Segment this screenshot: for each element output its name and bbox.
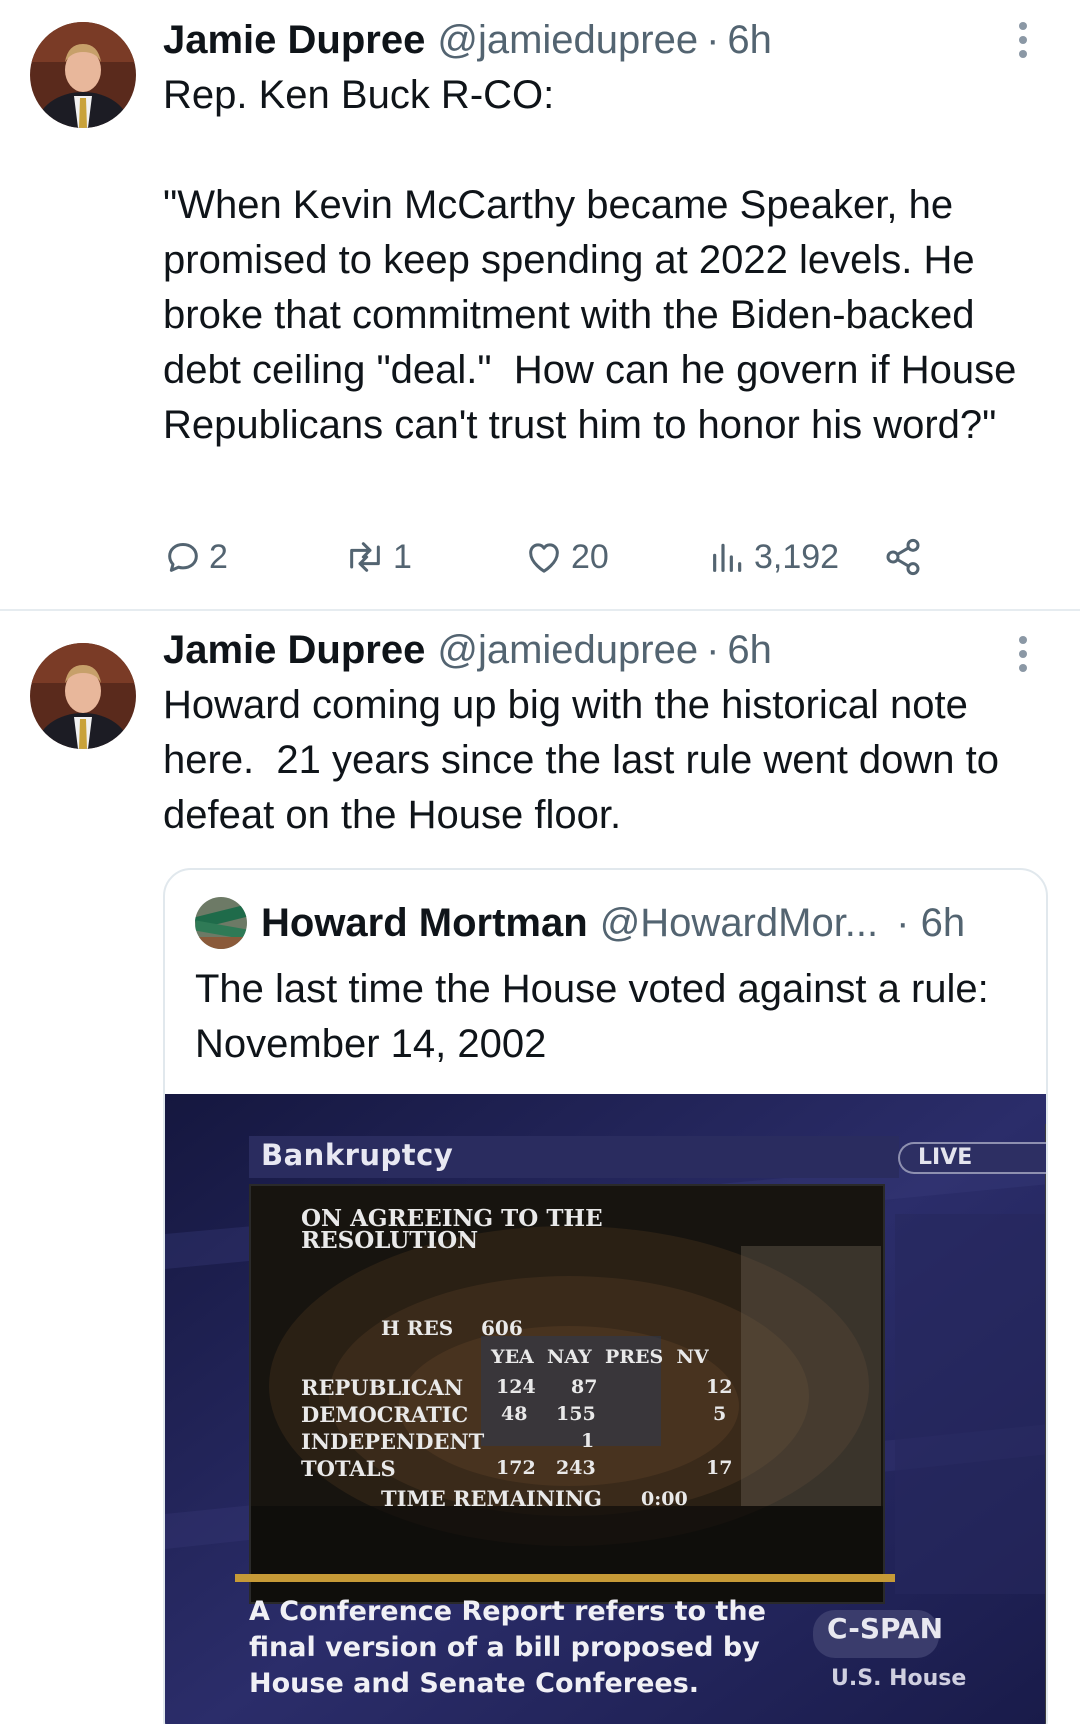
vote-nv: 5	[713, 1403, 727, 1425]
retweet-icon	[350, 542, 380, 572]
author-handle[interactable]: @jamiedupree	[437, 626, 698, 674]
live-label: LIVE	[918, 1145, 973, 1170]
timestamp[interactable]: 6h	[727, 16, 772, 64]
vote-yea: 48	[501, 1403, 528, 1425]
vote-nay: 1	[581, 1430, 595, 1452]
quoted-tweet-header: Howard Mortman @HowardMor... · 6h	[195, 897, 965, 949]
author-name[interactable]: Jamie Dupree	[163, 626, 425, 674]
vote-title: ON AGREEING TO THE RESOLUTION	[301, 1205, 603, 1254]
vote-yea: 172	[496, 1457, 536, 1479]
share-button[interactable]	[883, 532, 923, 582]
analytics-icon	[713, 543, 742, 572]
avatar[interactable]	[30, 643, 136, 749]
tweet-text-content: Howard coming up big with the historical…	[163, 683, 1011, 837]
tweet-header: Jamie Dupree @jamiedupree · 6h	[163, 626, 772, 674]
tweet-text: Rep. Ken Buck R-CO: "When Kevin McCarthy…	[163, 68, 1053, 453]
channel-label: U.S. House	[831, 1666, 967, 1691]
vote-row-label: TOTALS	[301, 1456, 396, 1481]
vote-nay: 243	[556, 1457, 596, 1479]
quoted-author-name[interactable]: Howard Mortman	[261, 901, 588, 946]
time-remaining-value: 0:00	[641, 1488, 688, 1510]
more-vertical-icon[interactable]	[1018, 636, 1028, 672]
vote-nay: 87	[571, 1376, 598, 1398]
vote-bill: H RES 606	[381, 1316, 523, 1340]
share-icon	[886, 538, 920, 576]
quoted-timestamp[interactable]: · 6h	[896, 901, 965, 946]
vote-nv: 17	[706, 1457, 733, 1479]
time-remaining-label: TIME REMAINING	[381, 1486, 602, 1511]
retweet-count: 1	[393, 537, 412, 576]
vote-row-label: REPUBLICAN	[301, 1375, 464, 1400]
live-badge: LIVE	[898, 1142, 1046, 1174]
like-button[interactable]: 20	[523, 532, 609, 582]
reply-count: 2	[209, 537, 228, 576]
vote-columns: YEA NAY PRES NV	[491, 1346, 709, 1368]
retweet-button[interactable]: 1	[343, 532, 412, 582]
media-banner-title: Bankruptcy	[261, 1138, 454, 1172]
reply-icon	[168, 543, 198, 572]
action-bar: 2 1 20 3,192	[163, 532, 1013, 582]
view-count: 3,192	[754, 537, 840, 576]
quoted-author-handle[interactable]: @HowardMor...	[600, 901, 878, 946]
vote-yea: 124	[496, 1376, 536, 1398]
quoted-avatar[interactable]	[195, 897, 247, 949]
author-handle[interactable]: @jamiedupree	[437, 16, 698, 64]
separator: ·	[706, 18, 720, 62]
quoted-tweet[interactable]: Howard Mortman @HowardMor... · 6h The la…	[163, 868, 1048, 1724]
tweet-header: Jamie Dupree @jamiedupree · 6h	[163, 16, 772, 64]
media-caption: A Conference Report refers to the final …	[249, 1596, 766, 1699]
vote-screen: ON AGREEING TO THE RESOLUTION H RES 606 …	[249, 1184, 885, 1604]
tweet[interactable]: Jamie Dupree @jamiedupree · 6h Rep. Ken …	[0, 0, 1080, 610]
quoted-media-image[interactable]: Bankruptcy LIVE ON AGREEING TO THE RESOL…	[165, 1094, 1046, 1724]
views-button[interactable]: 3,192	[708, 532, 839, 582]
tweet-text-content: Rep. Ken Buck R-CO: "When Kevin McCarthy…	[163, 73, 1017, 447]
like-count: 20	[571, 537, 609, 576]
vote-row-label: DEMOCRATIC	[301, 1402, 469, 1427]
vote-row-label: INDEPENDENT	[301, 1429, 485, 1454]
author-name[interactable]: Jamie Dupree	[163, 16, 425, 64]
caption-bar	[235, 1574, 895, 1582]
heart-icon	[529, 543, 559, 573]
quoted-tweet-text: The last time the House voted against a …	[195, 967, 989, 1066]
tweet[interactable]: Jamie Dupree @jamiedupree · 6h Howard co…	[0, 610, 1080, 1724]
reply-button[interactable]: 2	[163, 532, 228, 582]
separator: ·	[706, 628, 720, 672]
avatar[interactable]	[30, 22, 136, 128]
vote-nay: 155	[556, 1403, 596, 1425]
tweet-text: Howard coming up big with the historical…	[163, 678, 1053, 843]
network-logo: C-SPAN	[827, 1612, 944, 1645]
vote-nv: 12	[706, 1376, 733, 1398]
more-vertical-icon[interactable]	[1018, 22, 1028, 58]
timestamp[interactable]: 6h	[727, 626, 772, 674]
